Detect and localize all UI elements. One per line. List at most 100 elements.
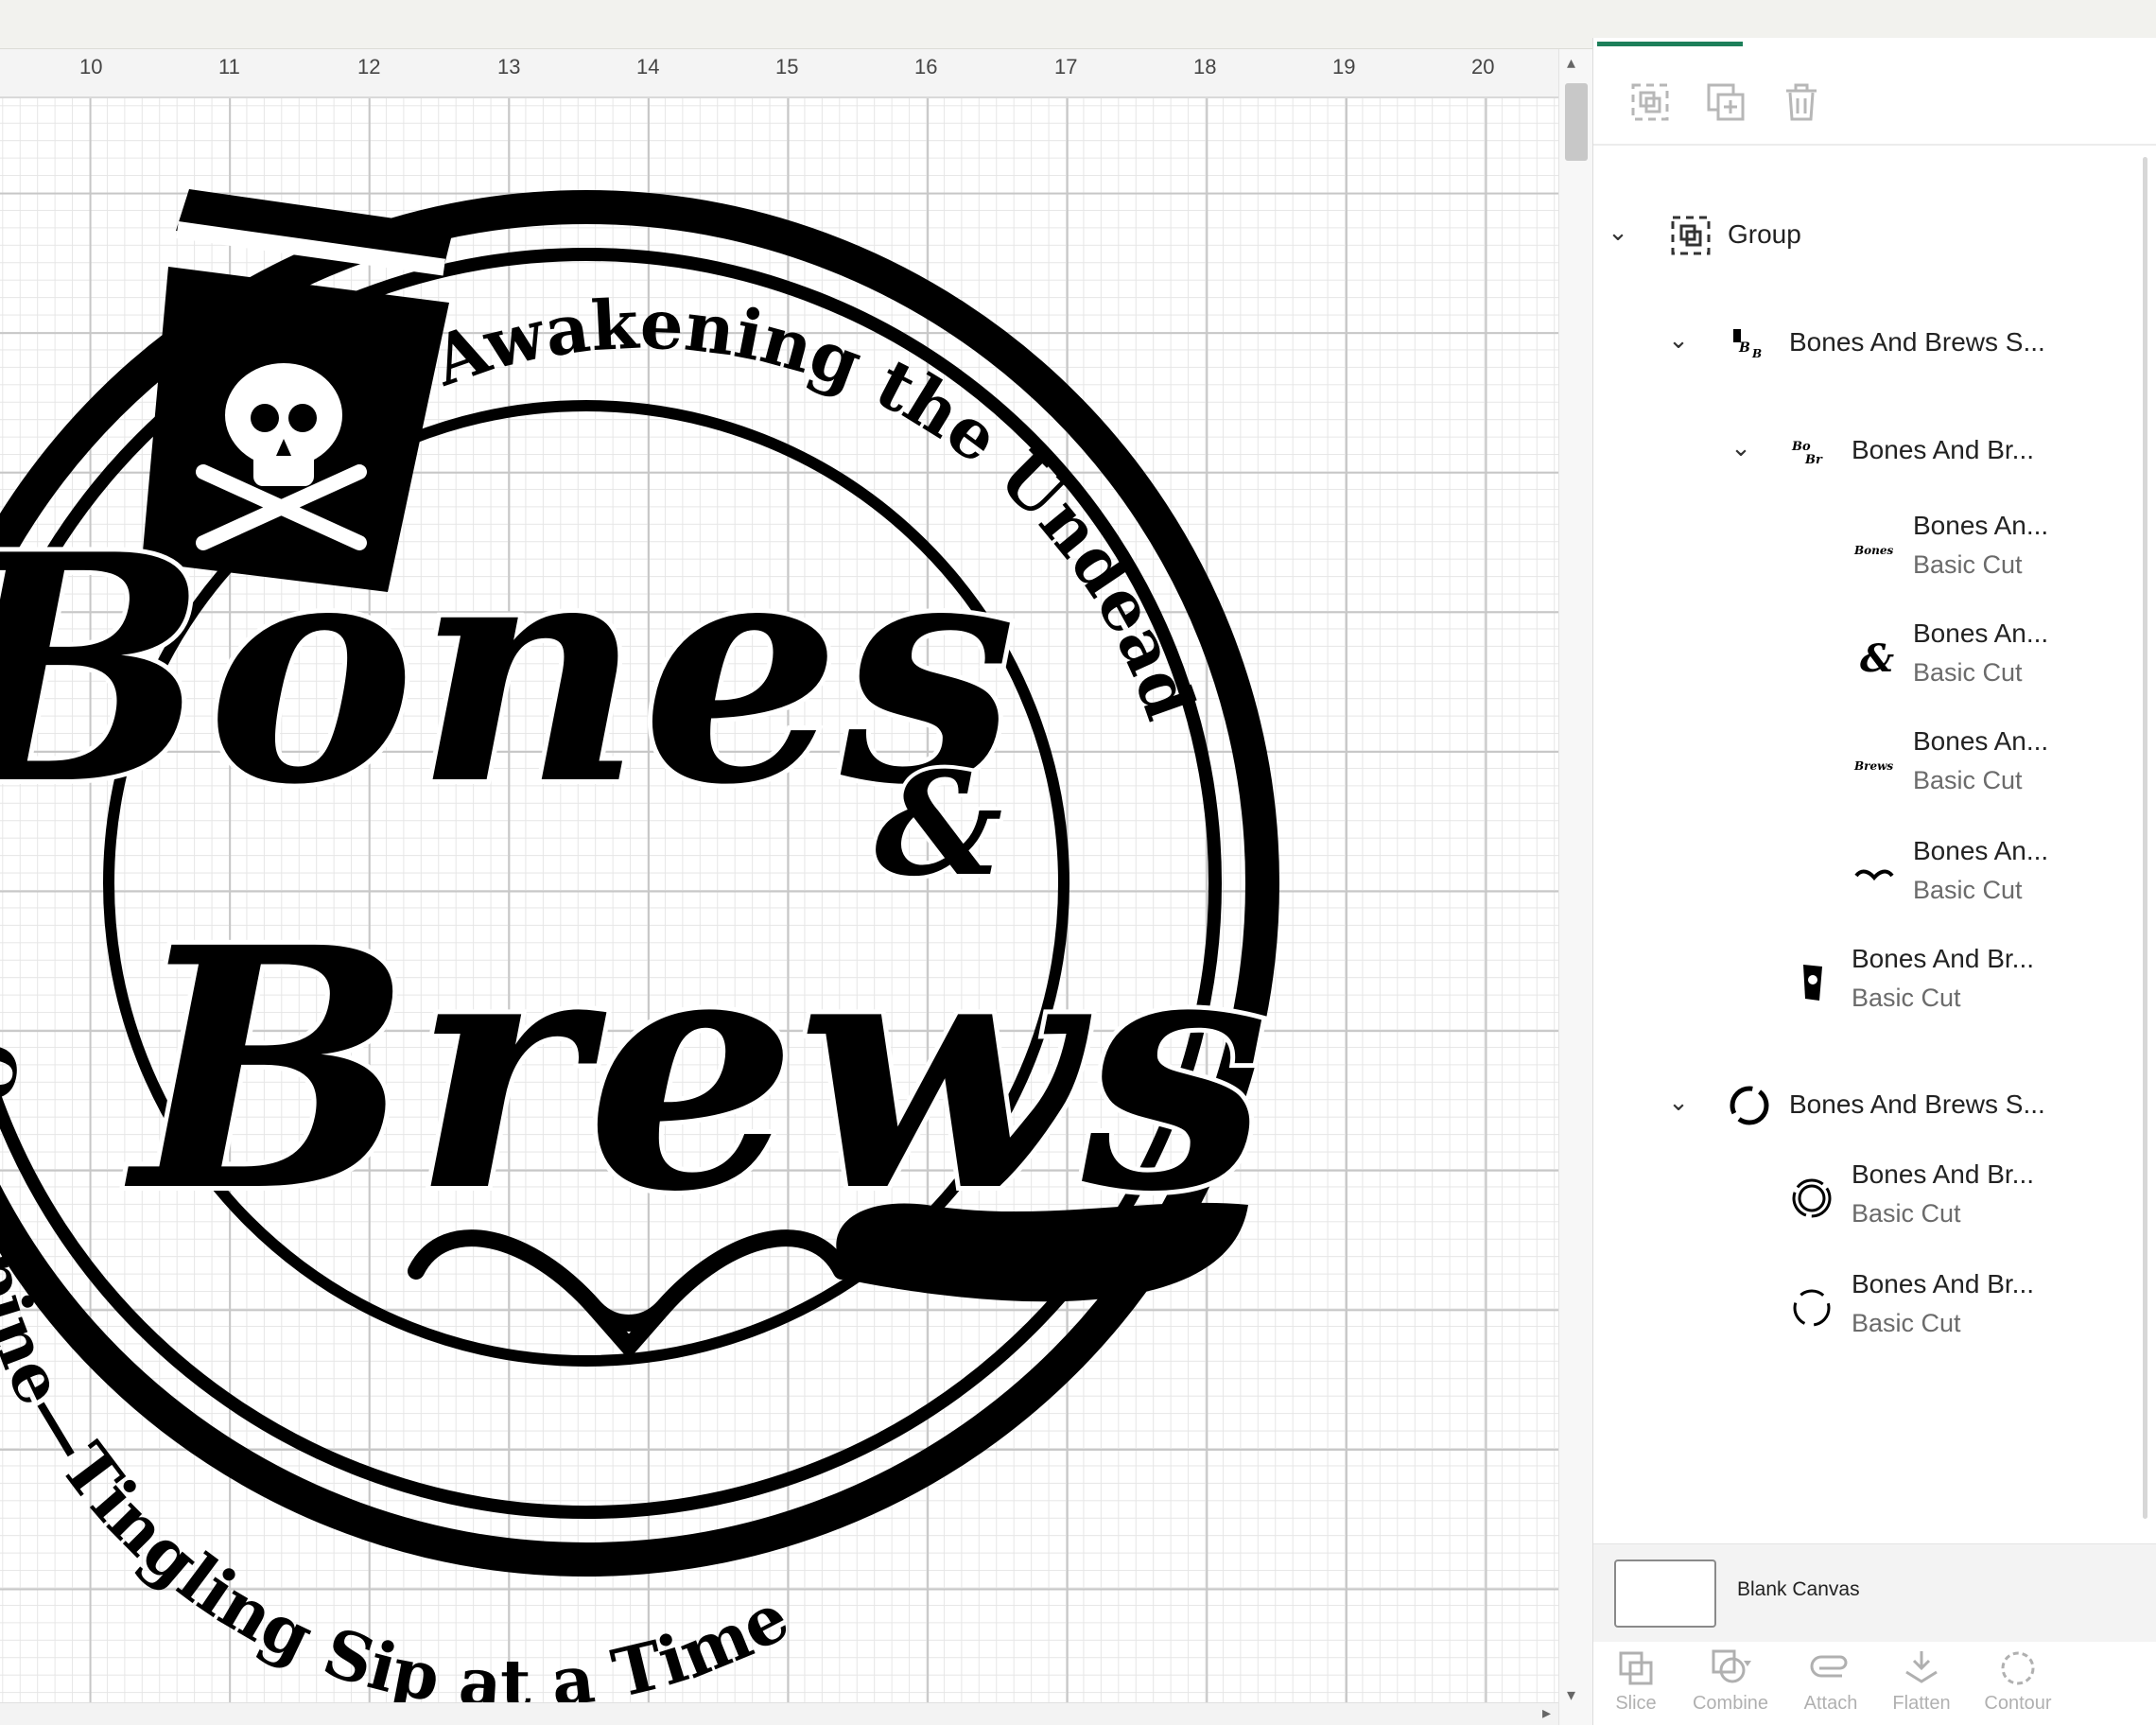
layer-operation: Basic Cut — [1913, 876, 2023, 904]
ruler-label: 10 — [79, 55, 103, 78]
chevron-down-icon[interactable]: ⌄ — [1665, 325, 1692, 355]
ruler-label: 12 — [357, 55, 381, 78]
ruler-label: 19 — [1332, 55, 1356, 78]
layer-name: Bones And Br... — [1852, 944, 2035, 973]
group-icon[interactable] — [1629, 81, 1671, 123]
layer-name: Bones And Br... — [1852, 1269, 2035, 1298]
layer-name: Bones And Br... — [1852, 435, 2035, 464]
layer-name: Bones And Brews S... — [1789, 1089, 2045, 1119]
ruler-label: 18 — [1193, 55, 1217, 78]
vertical-scrollbar[interactable]: ▴ ▾ — [1558, 49, 1592, 1725]
layers-scrollbar-thumb[interactable] — [2143, 157, 2147, 1519]
group-icon — [1671, 216, 1711, 255]
layer-row[interactable]: Bones And Br... Basic Cut — [1593, 1159, 2142, 1239]
ruler-label: 16 — [914, 55, 938, 78]
main-word-bones: Bones — [0, 486, 1017, 853]
blank-canvas-row[interactable]: Blank Canvas — [1593, 1543, 2156, 1642]
contour-button[interactable]: Contour — [1975, 1647, 2060, 1715]
layer-name: Bones An... — [1913, 619, 2049, 648]
horizontal-ruler: 10 11 12 13 14 15 16 17 18 19 20 — [0, 49, 1558, 98]
design-thumbnail-icon: BB — [1726, 320, 1773, 367]
slice-label: Slice — [1615, 1693, 1657, 1714]
layer-row[interactable]: ⌄ Bones And Brews S... — [1593, 1078, 2142, 1131]
flatten-button[interactable]: Flatten — [1879, 1647, 1964, 1715]
flatten-icon — [1905, 1651, 1938, 1683]
contour-icon — [2001, 1651, 2035, 1685]
layer-name: Bones An... — [1913, 726, 2049, 756]
text-thumbnail-icon: Bones — [1851, 526, 1898, 573]
layer-row[interactable]: Bones And Br... Basic Cut — [1593, 944, 2142, 1023]
slice-icon — [1619, 1651, 1653, 1685]
rings-thumbnail-icon — [1726, 1082, 1773, 1129]
layer-row[interactable]: Bones Bones An... Basic Cut — [1593, 511, 2142, 590]
attach-button[interactable]: Attach — [1788, 1647, 1873, 1715]
canvas-swatch[interactable] — [1614, 1559, 1716, 1628]
layer-name: Bones And Brews S... — [1789, 327, 2045, 357]
design-svg: Awakening the Undead One Spine—Tingling … — [0, 189, 1279, 1723]
layers-scrollbar[interactable] — [2139, 148, 2156, 1538]
duplicate-icon[interactable] — [1705, 81, 1747, 123]
layer-operation: Basic Cut — [1913, 550, 2023, 579]
delete-icon[interactable] — [1781, 81, 1822, 123]
layer-name: Bones An... — [1913, 836, 2049, 865]
ampersand-thumbnail-icon: & — [1851, 634, 1898, 681]
slice-button[interactable]: Slice — [1593, 1647, 1678, 1715]
layer-row[interactable]: Bones An... Basic Cut — [1593, 836, 2142, 915]
scroll-down-icon[interactable]: ▾ — [1567, 1685, 1575, 1705]
horizontal-scrollbar[interactable]: ▸ — [0, 1702, 1558, 1725]
tab-layers-active[interactable] — [1597, 42, 1743, 46]
swash-tail — [836, 1202, 1248, 1302]
svg-text:Br: Br — [1804, 453, 1823, 467]
layer-operation: Basic Cut — [1852, 1199, 1961, 1228]
svg-text:&: & — [1860, 636, 1894, 681]
layer-row[interactable]: Brews Bones An... Basic Cut — [1593, 726, 2142, 806]
layer-row[interactable]: ⌄ Bo Br Bones And Br... — [1593, 424, 2142, 477]
blank-canvas-label: Blank Canvas — [1737, 1578, 1860, 1600]
layer-row[interactable]: & Bones An... Basic Cut — [1593, 619, 2142, 698]
scroll-up-icon[interactable]: ▴ — [1567, 53, 1575, 73]
contour-label: Contour — [1984, 1693, 2052, 1714]
chevron-down-icon[interactable]: ⌄ — [1728, 433, 1754, 462]
combine-icon — [1712, 1649, 1751, 1683]
combine-label: Combine — [1692, 1693, 1769, 1714]
layer-name: Bones And Br... — [1852, 1159, 2035, 1189]
svg-text:B: B — [1738, 340, 1750, 356]
ruler-label: 20 — [1471, 55, 1495, 78]
ruler-label: 17 — [1054, 55, 1078, 78]
main-word-brews: Brews — [122, 875, 1268, 1264]
design-canvas[interactable]: 10 11 12 13 14 15 16 17 18 19 20 Awakeni… — [0, 49, 1558, 1725]
cup-thumbnail-icon — [1788, 959, 1835, 1006]
layer-row-group[interactable]: ⌄ Group — [1593, 208, 2142, 261]
layers-list: ⌄ Group ⌄ BB Bones And Brews S... ⌄ Bo Br… — [1593, 148, 2156, 1538]
attach-label: Attach — [1803, 1693, 1858, 1714]
svg-text:Bones: Bones — [1853, 544, 1894, 557]
layers-panel: ⌄ Group ⌄ BB Bones And Brews S... ⌄ Bo Br… — [1592, 38, 2156, 1725]
layer-operation: Basic Cut — [1913, 766, 2023, 794]
scrollbar-thumb[interactable] — [1565, 83, 1588, 161]
flatten-label: Flatten — [1892, 1693, 1951, 1714]
combine-button[interactable]: Combine — [1688, 1647, 1773, 1715]
ruler-label: 11 — [218, 55, 240, 78]
layer-name: Group — [1728, 219, 1801, 249]
ruler-label: 13 — [497, 55, 521, 78]
svg-text:Brews: Brews — [1853, 759, 1893, 773]
layer-operation: Basic Cut — [1852, 984, 1961, 1012]
ruler-label: 15 — [775, 55, 799, 78]
ruler-label: 14 — [636, 55, 660, 78]
layer-row[interactable]: ⌄ BB Bones And Brews S... — [1593, 316, 2142, 369]
scroll-right-icon[interactable]: ▸ — [1542, 1703, 1551, 1723]
layers-toolbar — [1593, 47, 2156, 146]
layer-operation: Basic Cut — [1852, 1309, 1961, 1337]
bones-and-brews-design[interactable]: Awakening the Undead One Spine—Tingling … — [0, 98, 1558, 1725]
layer-operation: Basic Cut — [1913, 658, 2023, 687]
layer-row[interactable]: Bones And Br... Basic Cut — [1593, 1269, 2142, 1349]
text-thumbnail-icon: Bo Br — [1788, 427, 1835, 475]
bottom-toolbar: Slice Combine Attach Flatten Contour — [1593, 1642, 2156, 1725]
text-thumbnail-icon: Brews — [1851, 741, 1898, 789]
panel-tabs — [1593, 38, 2156, 47]
svg-text:B: B — [1751, 347, 1762, 360]
layer-name: Bones An... — [1913, 511, 2049, 540]
chevron-down-icon[interactable]: ⌄ — [1665, 1088, 1692, 1117]
ring-thumbnail-icon — [1788, 1284, 1835, 1332]
chevron-down-icon[interactable]: ⌄ — [1605, 218, 1631, 247]
